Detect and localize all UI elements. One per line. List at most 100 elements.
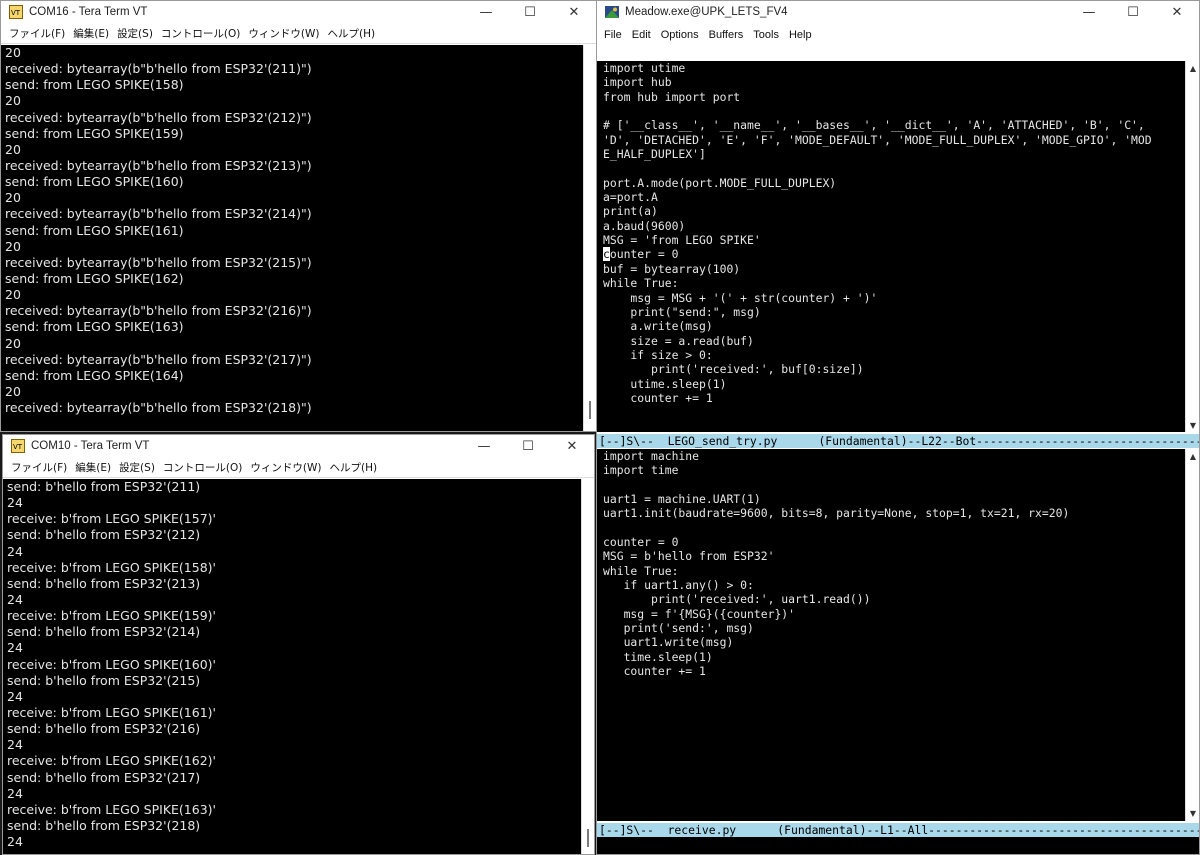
code-line: time.sleep(1) [603,649,713,664]
code-line: MSG = 'from LEGO SPIKE' [603,233,761,248]
menu-control[interactable]: コントロール(O) [161,26,240,41]
lego-send-buffer[interactable]: import utime import hub from hub import po… [597,61,1185,432]
menu-tools[interactable]: Tools [753,29,779,41]
code-line: if size > 0: [603,347,713,362]
menu-buffers[interactable]: Buffers [709,29,744,41]
svg-text:VT: VT [13,443,23,451]
terminal-line: received: bytearray(b"b'hello from ESP32… [5,254,312,270]
terminal-line: 20 [5,335,21,351]
menu-options[interactable]: Options [661,29,699,41]
menu-edit[interactable]: 編集(E) [73,26,109,41]
com10-window: VT COM10 - Tera Term VT — ☐ ✕ ファイル(F) 編集… [2,434,595,855]
teraterm-icon: VT [9,5,23,19]
com16-titlebar[interactable]: VT COM16 - Tera Term VT — ☐ ✕ [1,1,596,23]
code-line: a.write(msg) [603,319,713,334]
scroll-up-arrow-icon[interactable]: ▲ [1187,62,1199,74]
terminal-line: 24 [7,688,23,704]
minibuffer[interactable] [597,837,1199,854]
minimize-button[interactable]: — [464,1,508,23]
code-line: print('received:', uart1.read()) [603,592,871,607]
close-button[interactable]: ✕ [550,435,594,457]
terminal-line: 20 [5,190,21,206]
teraterm-icon: VT [11,439,25,453]
terminal-line: 24 [7,737,23,753]
menu-edit[interactable]: 編集(E) [75,460,111,475]
menu-help[interactable]: ヘルプ(H) [327,26,375,41]
terminal-line: send: b'hello from ESP32'(213) [7,575,201,591]
minimize-button[interactable]: — [462,435,506,457]
terminal-line: received: bytearray(b"b'hello from ESP32… [5,206,312,222]
terminal-line: 24 [7,640,23,656]
menu-file[interactable]: ファイル(F) [9,26,65,41]
top-buffer-scrollbar[interactable]: ▲ ▼ [1185,61,1199,432]
com16-menubar: ファイル(F) 編集(E) 設定(S) コントロール(O) ウィンドウ(W) ヘ… [1,23,596,44]
code-line: from hub import port [603,89,741,104]
terminal-line: send: from LEGO SPIKE(160) [5,174,184,190]
terminal-line: received: bytearray(b"b'hello from ESP32… [5,351,312,367]
menu-setup[interactable]: 設定(S) [117,26,153,41]
menu-help[interactable]: Help [789,29,812,41]
code-line: print(a) [603,204,658,219]
meadow-menubar: File Edit Options Buffers Tools Help [597,24,1199,46]
code-line: buf = bytearray(100) [603,261,741,276]
meadow-icon [605,6,619,18]
terminal-line: send: from LEGO SPIKE(159) [5,125,184,141]
menu-help[interactable]: ヘルプ(H) [329,460,377,475]
menu-control[interactable]: コントロール(O) [163,460,242,475]
terminal-line: send: from LEGO SPIKE(161) [5,222,184,238]
code-line: while True: [603,276,679,291]
terminal-line: send: from LEGO SPIKE(163) [5,319,184,335]
scroll-down-arrow-icon[interactable]: ▼ [1187,419,1199,431]
menu-file[interactable]: File [604,29,622,41]
maximize-button[interactable]: ☐ [1111,1,1155,23]
code-line: size = a.read(buf) [603,333,754,348]
terminal-line: receive: b'from LEGO SPIKE(161)' [7,704,216,720]
scrollbar-thumb[interactable] [589,401,591,419]
terminal-line: send: from LEGO SPIKE(158) [5,77,184,93]
code-line: print("send:", msg) [603,304,761,319]
terminal-line: received: bytearray(b"b'hello from ESP32… [5,157,312,173]
code-line: if uart1.any() > 0: [603,578,754,593]
menu-window[interactable]: ウィンドウ(W) [248,26,319,41]
close-button[interactable]: ✕ [1155,1,1199,23]
scroll-down-arrow-icon[interactable]: ▼ [1187,807,1199,819]
terminal-line: 24 [7,834,23,850]
code-line: counter = 0 [603,247,679,262]
code-line: msg = MSG + '(' + str(counter) + ')' [603,290,878,305]
terminal-line: 20 [5,287,21,303]
com10-titlebar[interactable]: VT COM10 - Tera Term VT — ☐ ✕ [3,435,594,457]
maximize-button[interactable]: ☐ [506,435,550,457]
terminal-line: 24 [7,543,23,559]
close-button[interactable]: ✕ [552,1,596,23]
code-line: uart1 = machine.UART(1) [603,492,761,507]
code-line: while True: [603,563,679,578]
scrollbar-thumb[interactable] [587,829,589,847]
com10-terminal-output[interactable]: send: b'hello from ESP32'(211) 24 receive:… [3,479,581,854]
scroll-up-arrow-icon[interactable]: ▲ [1187,450,1199,462]
com16-window: VT COM16 - Tera Term VT — ☐ ✕ ファイル(F) 編集… [0,0,597,432]
meadow-window: Meadow.exe@UPK_LETS_FV4 — ☐ ✕ File Edit … [596,0,1200,855]
menu-edit[interactable]: Edit [632,29,651,41]
terminal-line: send: b'hello from ESP32'(215) [7,672,201,688]
meadow-titlebar[interactable]: Meadow.exe@UPK_LETS_FV4 — ☐ ✕ [597,1,1199,23]
receive-buffer[interactable]: import machine import time uart1 = machine… [597,449,1185,821]
svg-text:VT: VT [11,9,21,17]
menu-window[interactable]: ウィンドウ(W) [250,460,321,475]
terminal-line: received: bytearray(b"b'hello from ESP32… [5,400,312,416]
terminal-line: 24 [7,591,23,607]
bottom-buffer-scrollbar[interactable]: ▲ ▼ [1185,449,1199,821]
code-line: msg = f'{MSG}({counter})' [603,606,796,621]
menu-setup[interactable]: 設定(S) [119,460,155,475]
code-line: # ['__class__', '__name__', '__bases__',… [603,118,1152,133]
window-title: COM16 - Tera Term VT [29,6,148,18]
com10-scrollbar[interactable] [581,479,594,854]
terminal-line: 20 [5,93,21,109]
minimize-button[interactable]: — [1067,1,1111,23]
maximize-button[interactable]: ☐ [508,1,552,23]
com16-terminal-output[interactable]: 20 received: bytearray(b"b'hello from ESP… [1,45,583,431]
menu-file[interactable]: ファイル(F) [11,460,67,475]
com16-scrollbar[interactable] [583,45,596,431]
terminal-line: send: b'hello from ESP32'(212) [7,527,201,543]
